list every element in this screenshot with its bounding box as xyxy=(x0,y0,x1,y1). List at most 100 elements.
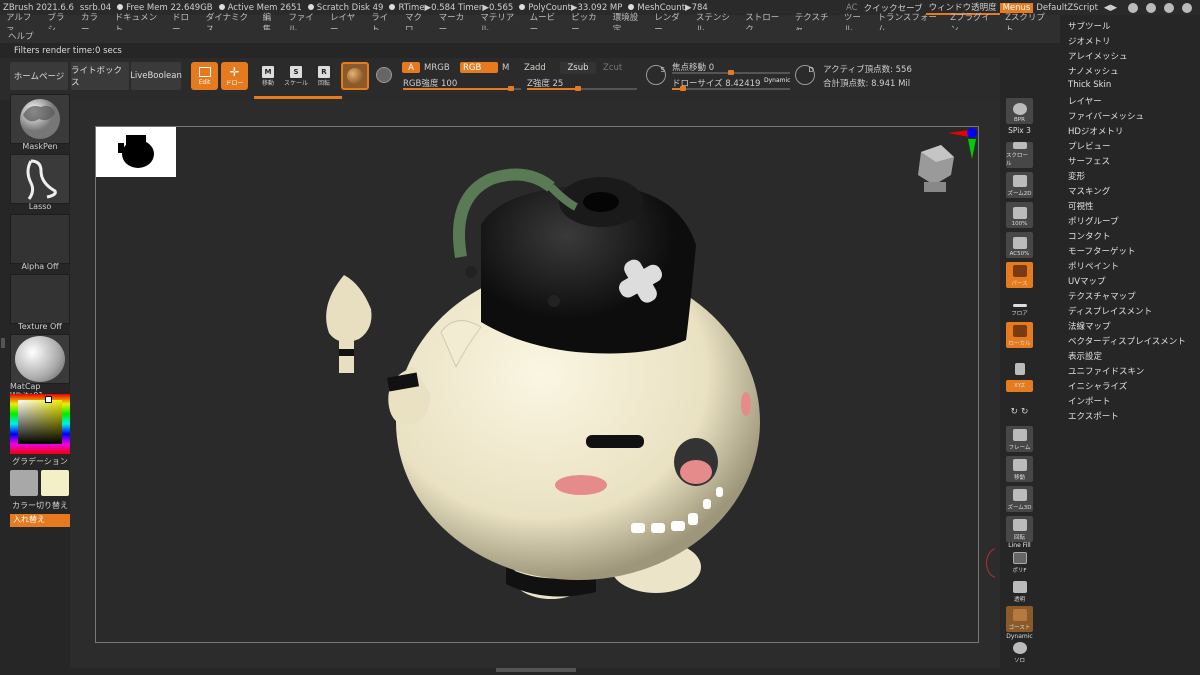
rgb-intensity-slider[interactable] xyxy=(403,86,521,91)
panel-item[interactable]: ユニファイドスキン xyxy=(1068,365,1144,377)
color-square[interactable] xyxy=(18,400,62,444)
panel-item[interactable]: Thick Skin xyxy=(1068,80,1111,90)
rgb-button[interactable]: RGB xyxy=(460,62,498,73)
gradient-label: グラデーション xyxy=(12,457,68,466)
panel-item[interactable]: マスキング xyxy=(1068,185,1110,197)
frame-button[interactable]: フレーム xyxy=(1006,426,1033,452)
secondary-color-swatch[interactable] xyxy=(41,470,69,496)
bpr-icon xyxy=(1012,103,1027,115)
top-toolbar: ホームページ ライトボックス LiveBoolean Edit ✛ ドロー M … xyxy=(0,58,1000,100)
zsub-button[interactable]: Zsub xyxy=(560,62,596,74)
rotate-y-button[interactable]: ↻ ↻ xyxy=(1006,394,1033,418)
panel-item[interactable]: 可視性 xyxy=(1068,200,1094,212)
zcut-button[interactable]: Zcut xyxy=(603,63,622,73)
polyf-button[interactable]: ポリF xyxy=(1006,549,1033,575)
mrgb-button[interactable]: MRGB xyxy=(424,63,450,73)
panel-item[interactable]: ディスプレイスメント xyxy=(1068,305,1152,317)
material-slot[interactable] xyxy=(10,334,70,384)
d-circle-icon[interactable]: D xyxy=(795,65,815,85)
bottom-scroll-handle[interactable] xyxy=(496,668,576,672)
linefill-label[interactable]: Line Fill xyxy=(1003,542,1036,549)
scroll-button[interactable]: スクロール xyxy=(1006,142,1033,168)
close-icon[interactable] xyxy=(1182,2,1192,13)
color-picker[interactable] xyxy=(10,394,70,454)
panel-item[interactable]: HDジオメトリ xyxy=(1068,125,1123,137)
main-color-swatch[interactable] xyxy=(10,470,38,496)
panel-item[interactable]: UVマップ xyxy=(1068,275,1106,287)
focal-shift-slider[interactable] xyxy=(672,70,790,75)
floor-button[interactable]: フロア xyxy=(1006,292,1033,318)
panel-item[interactable]: ジオメトリ xyxy=(1068,35,1111,47)
panel-item[interactable]: ポリペイント xyxy=(1068,260,1119,272)
panel-item[interactable]: テクスチャマップ xyxy=(1068,290,1136,302)
panel-item[interactable]: レイヤー xyxy=(1068,95,1102,107)
transp-button[interactable]: 透明 xyxy=(1006,578,1033,604)
zoom3d-button[interactable]: ズーム3D xyxy=(1006,486,1033,512)
panel-item[interactable]: 変形 xyxy=(1068,170,1085,182)
left-collapse-icon[interactable] xyxy=(1,338,5,348)
a-button[interactable]: A xyxy=(402,62,420,73)
panel-item[interactable]: イニシャライズ xyxy=(1068,380,1127,392)
z-intensity-slider[interactable] xyxy=(527,86,637,91)
canvas[interactable] xyxy=(95,126,979,643)
stroke-slot[interactable] xyxy=(10,154,70,204)
xyz-button[interactable]: XYZ xyxy=(1006,380,1033,392)
rotate-view-button[interactable]: 回転 xyxy=(1006,516,1033,542)
help-icon[interactable] xyxy=(1128,2,1138,13)
switch-color-label[interactable]: カラー切り替え xyxy=(10,500,70,511)
lock-button[interactable] xyxy=(1006,352,1033,378)
draw-label: ドロー xyxy=(225,79,244,87)
edit-button[interactable]: Edit xyxy=(191,62,218,90)
panel-item[interactable]: ポリグループ xyxy=(1068,215,1119,227)
menu-help[interactable]: ヘルプ xyxy=(8,32,34,42)
bpr-button[interactable]: BPR xyxy=(1006,98,1033,124)
panel-item[interactable]: 表示設定 xyxy=(1068,350,1102,362)
zoom2d-button[interactable]: ズーム2D xyxy=(1006,172,1033,198)
liveboolean-button[interactable]: LiveBoolean xyxy=(130,62,182,90)
panel-item[interactable]: ナノメッシュ xyxy=(1068,65,1119,77)
ac50-button[interactable]: AC50% xyxy=(1006,232,1033,258)
move-icon: M xyxy=(262,65,274,78)
panel-item[interactable]: サブツール xyxy=(1068,20,1111,32)
move-view-button[interactable]: 移動 xyxy=(1006,456,1033,482)
material-swatch-button[interactable] xyxy=(341,62,369,90)
color-handle-icon[interactable] xyxy=(45,396,52,403)
texture-slot[interactable] xyxy=(10,274,70,324)
navigator-thumbnail[interactable] xyxy=(96,127,176,177)
scale-button[interactable]: S スケール xyxy=(284,62,308,90)
panel-item[interactable]: ベクターディスプレイスメント xyxy=(1068,335,1186,347)
homepage-button[interactable]: ホームページ xyxy=(10,62,68,90)
zoom100-button[interactable]: 100% xyxy=(1006,202,1033,228)
panel-item[interactable]: コンタクト xyxy=(1068,230,1111,242)
draw-size-slider[interactable] xyxy=(672,86,790,91)
panel-item[interactable]: ファイバーメッシュ xyxy=(1068,110,1144,122)
swap-button[interactable]: 入れ替え xyxy=(10,514,70,527)
lightbox-button[interactable]: ライトボックス xyxy=(71,62,129,90)
ghost-button[interactable]: ゴースト xyxy=(1006,606,1033,632)
persp-button[interactable]: パース xyxy=(1006,262,1033,288)
minimize-icon[interactable] xyxy=(1146,2,1156,13)
panel-item[interactable]: 法線マップ xyxy=(1068,320,1111,332)
zadd-button[interactable]: Zadd xyxy=(524,63,546,73)
arrows-icon[interactable]: ◀▶ xyxy=(1101,3,1120,13)
dynamic-toggle[interactable]: Dynamic xyxy=(764,77,790,84)
panel-item[interactable]: プレビュー xyxy=(1068,140,1111,152)
maximize-icon[interactable] xyxy=(1164,2,1174,13)
panel-item[interactable]: サーフェス xyxy=(1068,155,1110,167)
model-render[interactable] xyxy=(96,127,980,644)
s-circle-icon[interactable]: S xyxy=(646,65,666,85)
panel-item[interactable]: エクスポート xyxy=(1068,410,1119,422)
panel-item[interactable]: モーフターゲット xyxy=(1068,245,1136,257)
solo-button[interactable]: ソロ xyxy=(1006,639,1033,665)
panel-item[interactable]: インポート xyxy=(1068,395,1111,407)
draw-button[interactable]: ✛ ドロー xyxy=(221,62,248,90)
alpha-slot[interactable] xyxy=(10,214,70,264)
local-button[interactable]: ローカル xyxy=(1006,322,1033,348)
move-button[interactable]: M 移動 xyxy=(256,62,280,90)
brush-slot[interactable] xyxy=(10,94,70,144)
rotate-button[interactable]: R 回転 xyxy=(312,62,336,90)
spix-label[interactable]: SPix 3 xyxy=(1003,126,1036,135)
panel-item[interactable]: アレイメッシュ xyxy=(1068,50,1128,62)
gyro-icon[interactable] xyxy=(376,67,392,83)
m-button[interactable]: M xyxy=(502,63,509,73)
